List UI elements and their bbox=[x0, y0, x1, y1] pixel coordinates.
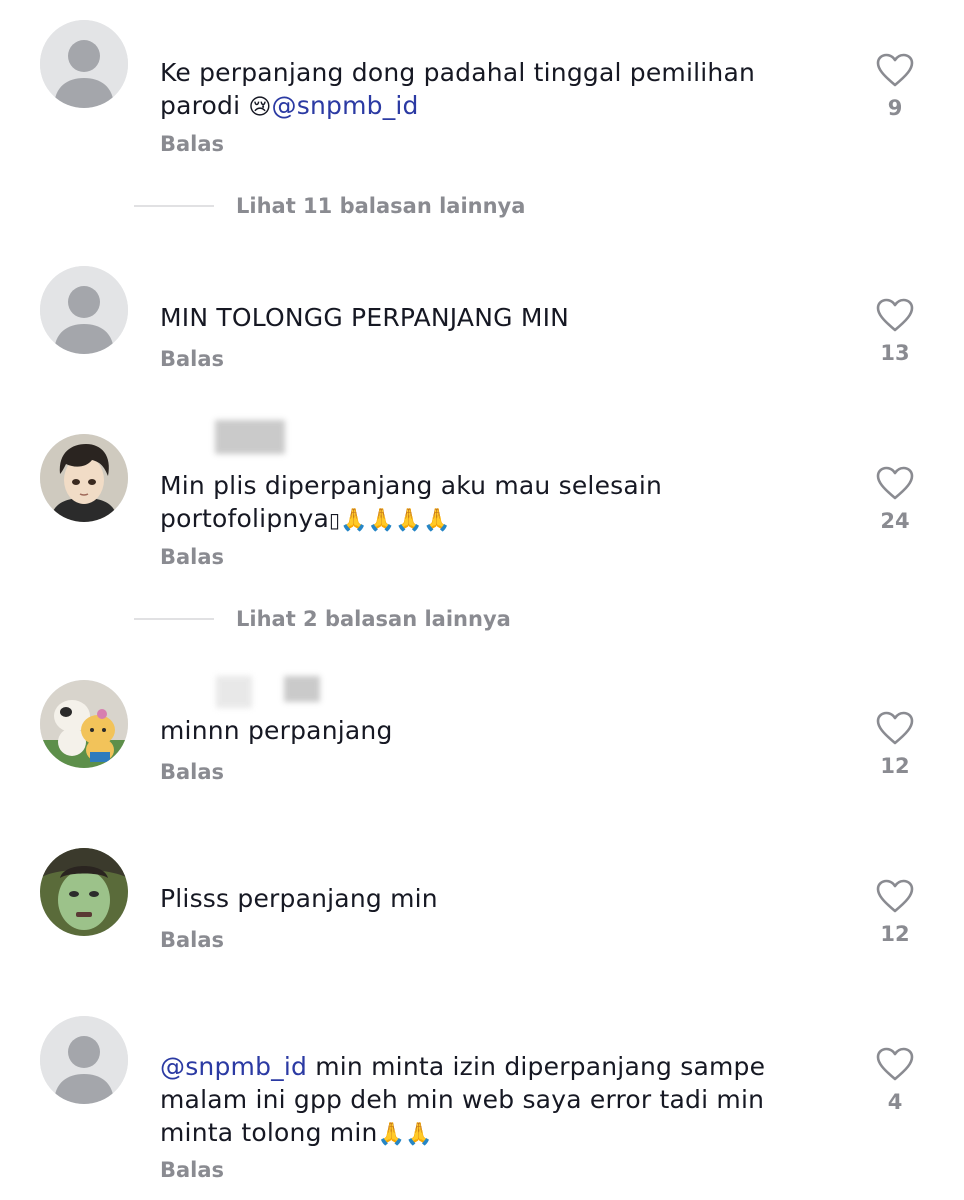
heart-icon bbox=[876, 466, 914, 500]
username-redacted bbox=[284, 676, 320, 702]
heart-icon bbox=[876, 298, 914, 332]
comment-text: @snpmb_id min minta izin diperpanjang sa… bbox=[160, 1052, 766, 1147]
pray-emoji: 🙏🙏🙏🙏 bbox=[340, 508, 451, 533]
username-redacted bbox=[215, 420, 285, 454]
username-redacted bbox=[216, 676, 252, 708]
reply-button[interactable]: Balas bbox=[160, 545, 224, 569]
like-button[interactable]: 24 bbox=[870, 465, 920, 533]
default-avatar-icon bbox=[40, 20, 128, 108]
comment-text: minnn perpanjang bbox=[160, 716, 393, 745]
mask-face-avatar-icon bbox=[40, 848, 128, 936]
reply-button[interactable]: Balas bbox=[160, 928, 224, 952]
avatar[interactable] bbox=[40, 266, 128, 354]
reply-button[interactable]: Balas bbox=[160, 760, 224, 784]
like-count: 13 bbox=[880, 341, 910, 365]
comment-text: MIN TOLONGG PERPANJANG MIN bbox=[160, 303, 570, 332]
like-button[interactable]: 4 bbox=[870, 1046, 920, 1114]
default-avatar-icon bbox=[40, 1016, 128, 1104]
avatar[interactable] bbox=[40, 434, 128, 522]
view-more-replies[interactable]: Lihat 11 balasan lainnya bbox=[134, 191, 525, 221]
mention-link[interactable]: @snpmb_id bbox=[272, 91, 419, 120]
like-count: 9 bbox=[887, 96, 903, 120]
reply-button[interactable]: Balas bbox=[160, 132, 224, 156]
reply-button[interactable]: Balas bbox=[160, 1158, 224, 1182]
like-count: 12 bbox=[880, 922, 910, 946]
comment-text: Min plis diperpanjang aku mau selesain p… bbox=[160, 471, 663, 533]
heart-icon bbox=[876, 879, 914, 913]
reply-button[interactable]: Balas bbox=[160, 347, 224, 371]
plush-toys-avatar-icon bbox=[40, 680, 128, 768]
like-count: 4 bbox=[887, 1090, 903, 1114]
divider-line bbox=[134, 618, 214, 620]
like-count: 24 bbox=[880, 509, 910, 533]
avatar[interactable] bbox=[40, 680, 128, 768]
avatar[interactable] bbox=[40, 1016, 128, 1104]
view-more-replies[interactable]: Lihat 2 balasan lainnya bbox=[134, 604, 511, 634]
like-count: 12 bbox=[880, 754, 910, 778]
avatar[interactable] bbox=[40, 20, 128, 108]
divider-line bbox=[134, 205, 214, 207]
crying-emoji: 😢 bbox=[248, 95, 272, 120]
avatar[interactable] bbox=[40, 848, 128, 936]
view-more-label: Lihat 2 balasan lainnya bbox=[236, 607, 511, 631]
heart-icon bbox=[876, 53, 914, 87]
mention-link[interactable]: @snpmb_id bbox=[160, 1052, 307, 1081]
view-more-label: Lihat 11 balasan lainnya bbox=[236, 194, 526, 218]
comment-text: Plisss perpanjang min bbox=[160, 884, 438, 913]
like-button[interactable]: 12 bbox=[870, 878, 920, 946]
anime-avatar-icon bbox=[40, 434, 128, 522]
heart-icon bbox=[876, 1047, 914, 1081]
like-button[interactable]: 12 bbox=[870, 710, 920, 778]
like-button[interactable]: 9 bbox=[870, 52, 920, 120]
comment-text: Ke perpanjang dong padahal tinggal pemil… bbox=[160, 58, 756, 120]
pray-emoji: 🙏🙏 bbox=[377, 1122, 433, 1147]
default-avatar-icon bbox=[40, 266, 128, 354]
heart-icon bbox=[876, 711, 914, 745]
like-button[interactable]: 13 bbox=[870, 297, 920, 365]
